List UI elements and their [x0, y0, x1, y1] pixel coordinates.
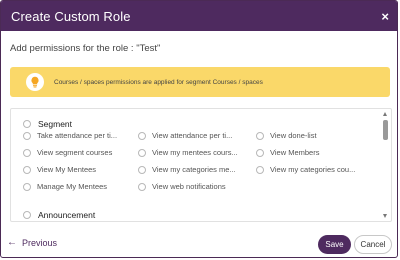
announcement-group-title: Announcement [38, 210, 96, 220]
previous-label: Previous [22, 237, 58, 248]
arrow-left-icon: ← [7, 237, 17, 248]
permission-label: View done-list [270, 131, 317, 140]
info-banner: Courses / spaces permissions are applied… [10, 67, 390, 97]
permission-item[interactable]: View web notifications [138, 182, 226, 191]
permission-item[interactable]: Manage My Mentees [23, 182, 107, 191]
announcement-checkbox[interactable] [23, 211, 31, 219]
permission-checkbox[interactable] [138, 148, 146, 157]
save-button[interactable]: Save [318, 235, 351, 254]
permissions-panel: Segment Take attendance per ti... View a… [10, 108, 392, 222]
permission-item[interactable]: View my mentees cours... [138, 148, 238, 157]
permission-item[interactable]: View segment courses [23, 148, 112, 157]
close-icon[interactable]: × [381, 9, 389, 24]
scrollbar-thumb[interactable] [383, 120, 388, 140]
permission-label: View attendance per ti... [152, 131, 233, 140]
permission-label: View web notifications [152, 182, 226, 191]
permission-label: View my mentees cours... [152, 148, 238, 157]
permissions-scrollbar[interactable] [381, 110, 390, 220]
info-banner-text: Courses / spaces permissions are applied… [54, 78, 263, 86]
permission-checkbox[interactable] [23, 148, 31, 157]
permission-label: View Members [270, 148, 320, 157]
permission-item[interactable]: View My Mentees [23, 165, 96, 174]
permission-checkbox[interactable] [138, 131, 146, 140]
permission-item[interactable]: View done-list [256, 131, 317, 140]
permission-checkbox[interactable] [138, 182, 146, 191]
permission-label: View my categories cou... [270, 165, 356, 174]
scroll-down-icon[interactable] [383, 214, 387, 218]
permission-checkbox[interactable] [256, 148, 264, 157]
permission-checkbox[interactable] [138, 165, 146, 174]
dialog-header: Create Custom Role × [1, 1, 397, 31]
permission-checkbox[interactable] [256, 165, 264, 174]
permission-checkbox[interactable] [23, 182, 31, 191]
permission-label: View my categories me... [152, 165, 236, 174]
announcement-group[interactable]: Announcement [23, 210, 95, 220]
permission-item[interactable]: View my categories me... [138, 165, 236, 174]
permission-item[interactable]: Take attendance per ti... [23, 131, 117, 140]
permission-checkbox[interactable] [23, 165, 31, 174]
dialog-title: Create Custom Role [11, 8, 131, 24]
segment-group-title: Segment [38, 119, 73, 129]
cancel-button[interactable]: Cancel [354, 235, 392, 254]
permission-item[interactable]: View attendance per ti... [138, 131, 232, 140]
segment-checkbox[interactable] [23, 120, 31, 128]
previous-button[interactable]: ← Previous [7, 237, 57, 248]
permission-item[interactable]: View my categories cou... [256, 165, 355, 174]
segment-group[interactable]: Segment [23, 119, 72, 129]
create-custom-role-dialog: Create Custom Role × Add permissions for… [0, 0, 398, 258]
lightbulb-icon [26, 73, 44, 91]
permission-checkbox[interactable] [256, 131, 264, 140]
permission-label: Manage My Mentees [37, 182, 108, 191]
role-intro-text: Add permissions for the role : "Test" [10, 43, 161, 54]
scroll-up-icon[interactable] [383, 112, 387, 116]
permission-label: View My Mentees [37, 165, 97, 174]
permission-label: Take attendance per ti... [37, 131, 118, 140]
permission-item[interactable]: View Members [256, 148, 319, 157]
permission-checkbox[interactable] [23, 131, 31, 140]
permission-label: View segment courses [37, 148, 113, 157]
